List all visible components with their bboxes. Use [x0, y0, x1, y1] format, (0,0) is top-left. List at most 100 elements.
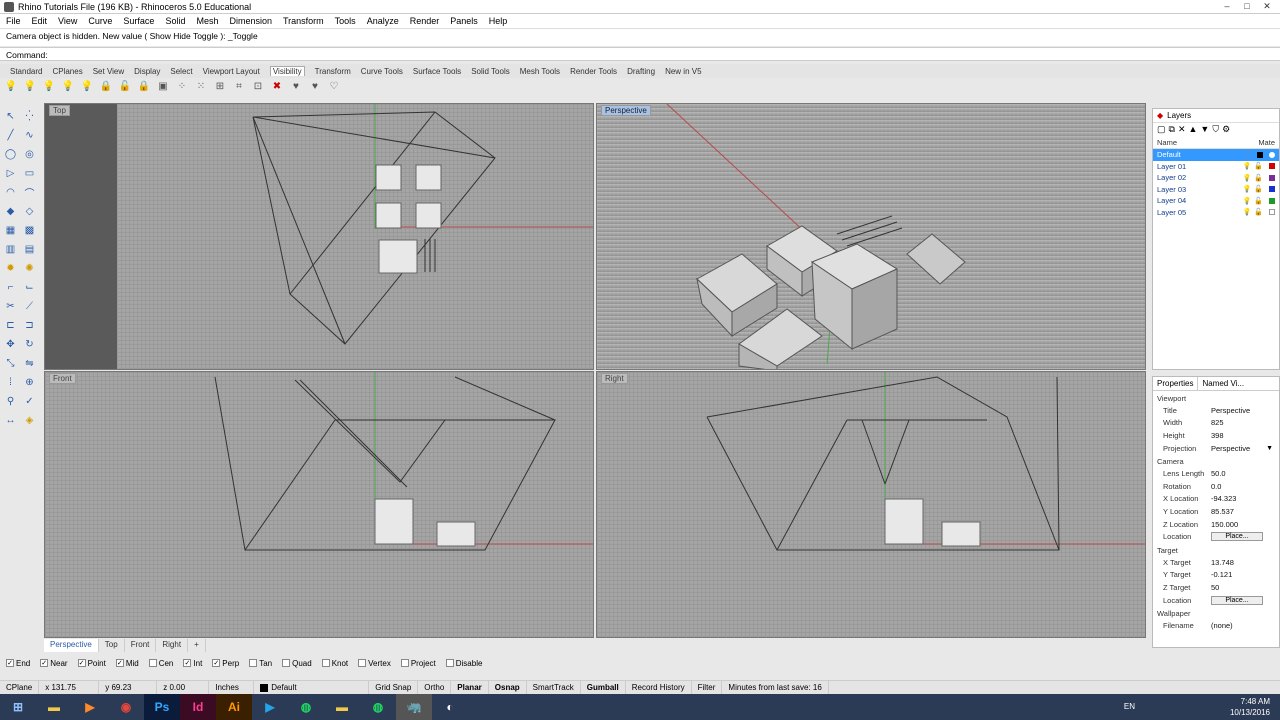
layer-row-03[interactable]: Layer 03 💡 🔓 [1153, 184, 1279, 196]
osnap-project[interactable]: Project [400, 659, 436, 668]
osnap-mid-checkbox[interactable]: ✓ [115, 659, 124, 667]
menu-dimension[interactable]: Dimension [229, 16, 272, 26]
spotify-icon[interactable]: ◍ [288, 694, 324, 720]
check-icon[interactable]: ✓ [21, 393, 38, 409]
layer-visible-bulb-icon[interactable]: 💡 [1243, 208, 1252, 216]
scale-icon[interactable]: ⤡ [2, 355, 19, 371]
curve-points-icon[interactable]: ∿ [21, 127, 38, 143]
layer-color-swatch[interactable] [1269, 209, 1275, 216]
system-clock[interactable]: 7:48 AM 10/13/2016 [1230, 696, 1270, 718]
current-layer-check-icon[interactable]: ✓ [1245, 151, 1251, 159]
render-icon[interactable]: ✺ [21, 260, 38, 276]
media-player-icon[interactable]: ▶ [72, 694, 108, 720]
points-on-icon[interactable]: ⁘ [175, 79, 189, 93]
boolean-icon[interactable]: ⊕ [21, 374, 38, 390]
chevron-down-icon[interactable]: ▼ [1266, 445, 1273, 452]
layer-color-swatch[interactable] [1257, 151, 1263, 158]
osnap-tan-checkbox[interactable] [249, 659, 258, 667]
layer-lock-icon[interactable]: 🔓 [1254, 197, 1263, 205]
mirror-icon[interactable]: ⇋ [21, 355, 38, 371]
viewport-label-perspective[interactable]: Perspective [601, 105, 651, 116]
vp-tab-right[interactable]: Right [156, 639, 189, 652]
osnap-quad[interactable]: Quad [282, 659, 312, 668]
surface-icon[interactable]: ◆ [2, 203, 19, 219]
media-app-icon[interactable]: ▶ [252, 694, 288, 720]
lock-icon[interactable]: 🔒 [99, 79, 113, 93]
osnap-vertex[interactable]: Vertex [358, 659, 391, 668]
rotate-icon[interactable]: ↻ [21, 336, 38, 352]
osnap-knot[interactable]: Knot [321, 659, 348, 668]
osnap-point-checkbox[interactable]: ✓ [77, 659, 86, 667]
osnap-mid[interactable]: ✓ Mid [115, 659, 139, 668]
spotify-alt-icon[interactable]: ◍ [360, 694, 396, 720]
tab-cplanes[interactable]: CPlanes [52, 67, 82, 76]
explode-icon[interactable]: ⊐ [21, 317, 38, 333]
layer-color-swatch[interactable] [1269, 163, 1275, 170]
layers-col-name[interactable]: Name [1157, 138, 1177, 147]
menu-panels[interactable]: Panels [450, 16, 478, 26]
osnap-perp-checkbox[interactable]: ✓ [212, 659, 221, 667]
surface-edge-icon[interactable]: ◇ [21, 203, 38, 219]
solid-icon[interactable]: ▩ [21, 222, 38, 238]
tools-icon[interactable]: ⚙ [1222, 124, 1230, 136]
obs-icon[interactable]: ◐ [432, 694, 468, 720]
mesh-icon[interactable]: ▥ [2, 241, 19, 257]
show-camera-icon[interactable]: ♥ [289, 79, 303, 93]
osnap-disable[interactable]: Disable [445, 659, 482, 668]
status-layer[interactable]: Default [254, 681, 370, 694]
osnap-point[interactable]: ✓ Point [77, 659, 106, 668]
maximize-button[interactable]: □ [1240, 1, 1254, 12]
tab-transform[interactable]: Transform [315, 67, 351, 76]
osnap-project-checkbox[interactable] [400, 659, 409, 667]
viewport-label-right[interactable]: Right [601, 373, 628, 384]
hide-control-points-icon[interactable]: ✖ [270, 79, 284, 93]
menu-file[interactable]: File [6, 16, 21, 26]
status-cplane[interactable]: CPlane [0, 681, 40, 694]
osnap-tan[interactable]: Tan [249, 659, 272, 668]
hide-swap-icon[interactable]: 💡 [42, 79, 56, 93]
dimension-icon[interactable]: ↔ [2, 412, 19, 428]
tab-solid-tools[interactable]: Solid Tools [471, 67, 510, 76]
ellipse-icon[interactable]: ◎ [21, 146, 38, 162]
osnap-disable-checkbox[interactable] [445, 659, 454, 667]
unlock-icon[interactable]: 🔓 [118, 79, 132, 93]
curve-icon[interactable]: ⌒ [21, 184, 38, 200]
layers-col-material[interactable]: Mate [1258, 138, 1275, 147]
new-layer-icon[interactable]: ▢ [1157, 124, 1166, 136]
tab-named-views[interactable]: Named Vi... [1198, 377, 1248, 390]
layer-row-default[interactable]: Default ✓ [1153, 149, 1279, 161]
menu-curve[interactable]: Curve [88, 16, 112, 26]
tab-mesh-tools[interactable]: Mesh Tools [520, 67, 560, 76]
target-place-button[interactable]: Place... [1211, 595, 1263, 605]
tab-set-view[interactable]: Set View [93, 67, 124, 76]
illustrator-icon[interactable]: Ai [216, 694, 252, 720]
osnap-perp[interactable]: ✓ Perp [212, 659, 239, 668]
layer-visible-bulb-icon[interactable]: 💡 [1243, 162, 1252, 170]
osnap-toggle[interactable]: Osnap [489, 681, 527, 694]
polyline-icon[interactable]: ▷ [2, 165, 19, 181]
select-points-icon[interactable]: ⁛ [21, 108, 38, 124]
start-button-icon[interactable]: ⊞ [0, 694, 36, 720]
grid-snap-toggle[interactable]: Grid Snap [369, 681, 419, 694]
osnap-knot-checkbox[interactable] [321, 659, 330, 667]
line-icon[interactable]: ╱ [2, 127, 19, 143]
viewport-front[interactable]: Front [44, 371, 594, 638]
filter-icon[interactable]: ⛉ [1212, 124, 1219, 136]
hide-objects-icon[interactable]: 💡 [23, 79, 37, 93]
layer-visible-bulb-icon[interactable]: 💡 [1243, 174, 1252, 182]
new-sublayer-icon[interactable]: ⧉ [1169, 124, 1175, 136]
material-icon[interactable]: ◈ [21, 412, 38, 428]
layer-row-02[interactable]: Layer 02 💡 🔓 [1153, 172, 1279, 184]
osnap-cen[interactable]: Cen [148, 659, 173, 668]
file-explorer-icon[interactable]: ▬ [36, 694, 72, 720]
select-arrow-icon[interactable]: ↖ [2, 108, 19, 124]
hide-points-icon[interactable]: 💡 [80, 79, 94, 93]
folder-icon[interactable]: ▬ [324, 694, 360, 720]
menu-transform[interactable]: Transform [283, 16, 324, 26]
menu-mesh[interactable]: Mesh [196, 16, 218, 26]
menu-analyze[interactable]: Analyze [367, 16, 399, 26]
move-icon[interactable]: ✥ [2, 336, 19, 352]
osnap-cen-checkbox[interactable] [148, 659, 157, 667]
osnap-end-checkbox[interactable]: ✓ [6, 659, 14, 667]
osnap-vertex-checkbox[interactable] [358, 659, 367, 667]
